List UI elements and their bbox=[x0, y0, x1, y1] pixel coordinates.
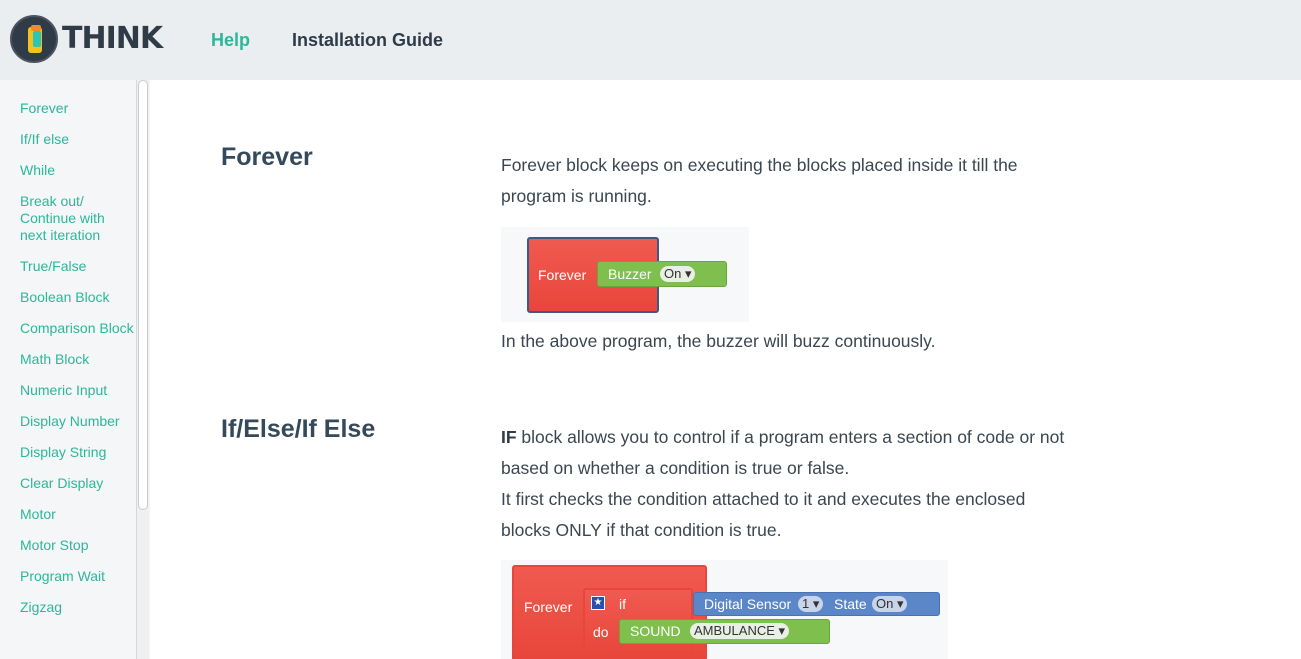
sidebar-item-clear-display[interactable]: Clear Display bbox=[20, 475, 135, 492]
sidebar-item-math-block[interactable]: Math Block bbox=[20, 351, 135, 368]
sidebar-scrollbar[interactable] bbox=[136, 80, 149, 659]
if-description-2: It first checks the condition attached t… bbox=[501, 489, 1026, 540]
buzzer-block: Buzzer On ▾ bbox=[597, 261, 727, 287]
sidebar-item-break-out[interactable]: Break out/ Continue with next iteration bbox=[20, 193, 135, 244]
forever-description: Forever block keeps on executing the blo… bbox=[501, 155, 1018, 206]
buzzer-label: Buzzer bbox=[608, 266, 652, 282]
state-dropdown: On ▾ bbox=[872, 596, 908, 612]
sidebar-item-comparison-block[interactable]: Comparison Block bbox=[20, 320, 135, 337]
if-section-title: If/Else/If Else bbox=[221, 415, 376, 443]
logo-icon bbox=[10, 15, 58, 63]
if-description: IF block allows you to control if a prog… bbox=[501, 422, 1091, 484]
sidebar-item-numeric-input[interactable]: Numeric Input bbox=[20, 382, 135, 399]
sidebar-item-zigzag[interactable]: Zigzag bbox=[20, 599, 135, 616]
nav-help-link[interactable]: Help bbox=[211, 30, 250, 51]
if-label: if bbox=[619, 596, 626, 612]
sidebar-item-motor[interactable]: Motor bbox=[20, 506, 135, 523]
if-block-image: Forever ★ if do Digital Sensor 1 ▾ State… bbox=[501, 560, 948, 659]
forever-section-title: Forever bbox=[221, 143, 313, 171]
forever-block-label: Forever bbox=[538, 267, 587, 283]
forever-block-image: Forever Buzzer On ▾ bbox=[501, 227, 749, 322]
sidebar-item-boolean-block[interactable]: Boolean Block bbox=[20, 289, 135, 306]
if-bold-label: IF bbox=[501, 427, 517, 447]
sensor-number-dropdown: 1 ▾ bbox=[798, 596, 824, 612]
logo-text: THINK bbox=[62, 21, 163, 56]
think-logo[interactable]: THINK bbox=[10, 15, 163, 63]
sidebar-item-forever[interactable]: Forever bbox=[20, 100, 135, 117]
star-icon: ★ bbox=[591, 596, 605, 610]
sidebar-item-if-else[interactable]: If/If else bbox=[20, 131, 135, 148]
sidebar-item-display-number[interactable]: Display Number bbox=[20, 413, 135, 430]
sidebar-item-while[interactable]: While bbox=[20, 162, 135, 179]
sidebar-item-motor-stop[interactable]: Motor Stop bbox=[20, 537, 135, 554]
forever-block-2-label: Forever bbox=[524, 599, 573, 615]
nav-installation-guide-link[interactable]: Installation Guide bbox=[292, 30, 443, 51]
forever-caption: In the above program, the buzzer will bu… bbox=[501, 331, 936, 351]
sidebar-scroll-thumb[interactable] bbox=[138, 80, 148, 510]
sidebar: Forever If/If else While Break out/ Cont… bbox=[0, 80, 150, 659]
top-header: THINK Help Installation Guide bbox=[0, 0, 1301, 80]
sidebar-item-display-string[interactable]: Display String bbox=[20, 444, 135, 461]
sidebar-item-true-false[interactable]: True/False bbox=[20, 258, 135, 275]
sidebar-list: Forever If/If else While Break out/ Cont… bbox=[20, 100, 135, 630]
sound-dropdown: AMBULANCE ▾ bbox=[690, 623, 790, 639]
digital-sensor-block: Digital Sensor 1 ▾ State On ▾ bbox=[693, 592, 940, 616]
sound-block: SOUND AMBULANCE ▾ bbox=[619, 619, 830, 644]
state-label: State bbox=[834, 596, 867, 612]
if-description-rest: block allows you to control if a program… bbox=[501, 427, 1065, 478]
sound-label: SOUND bbox=[630, 623, 681, 639]
digital-sensor-label: Digital Sensor bbox=[704, 596, 792, 612]
sidebar-item-program-wait[interactable]: Program Wait bbox=[20, 568, 135, 585]
buzzer-state-dropdown: On ▾ bbox=[660, 266, 696, 282]
do-label: do bbox=[593, 624, 609, 640]
